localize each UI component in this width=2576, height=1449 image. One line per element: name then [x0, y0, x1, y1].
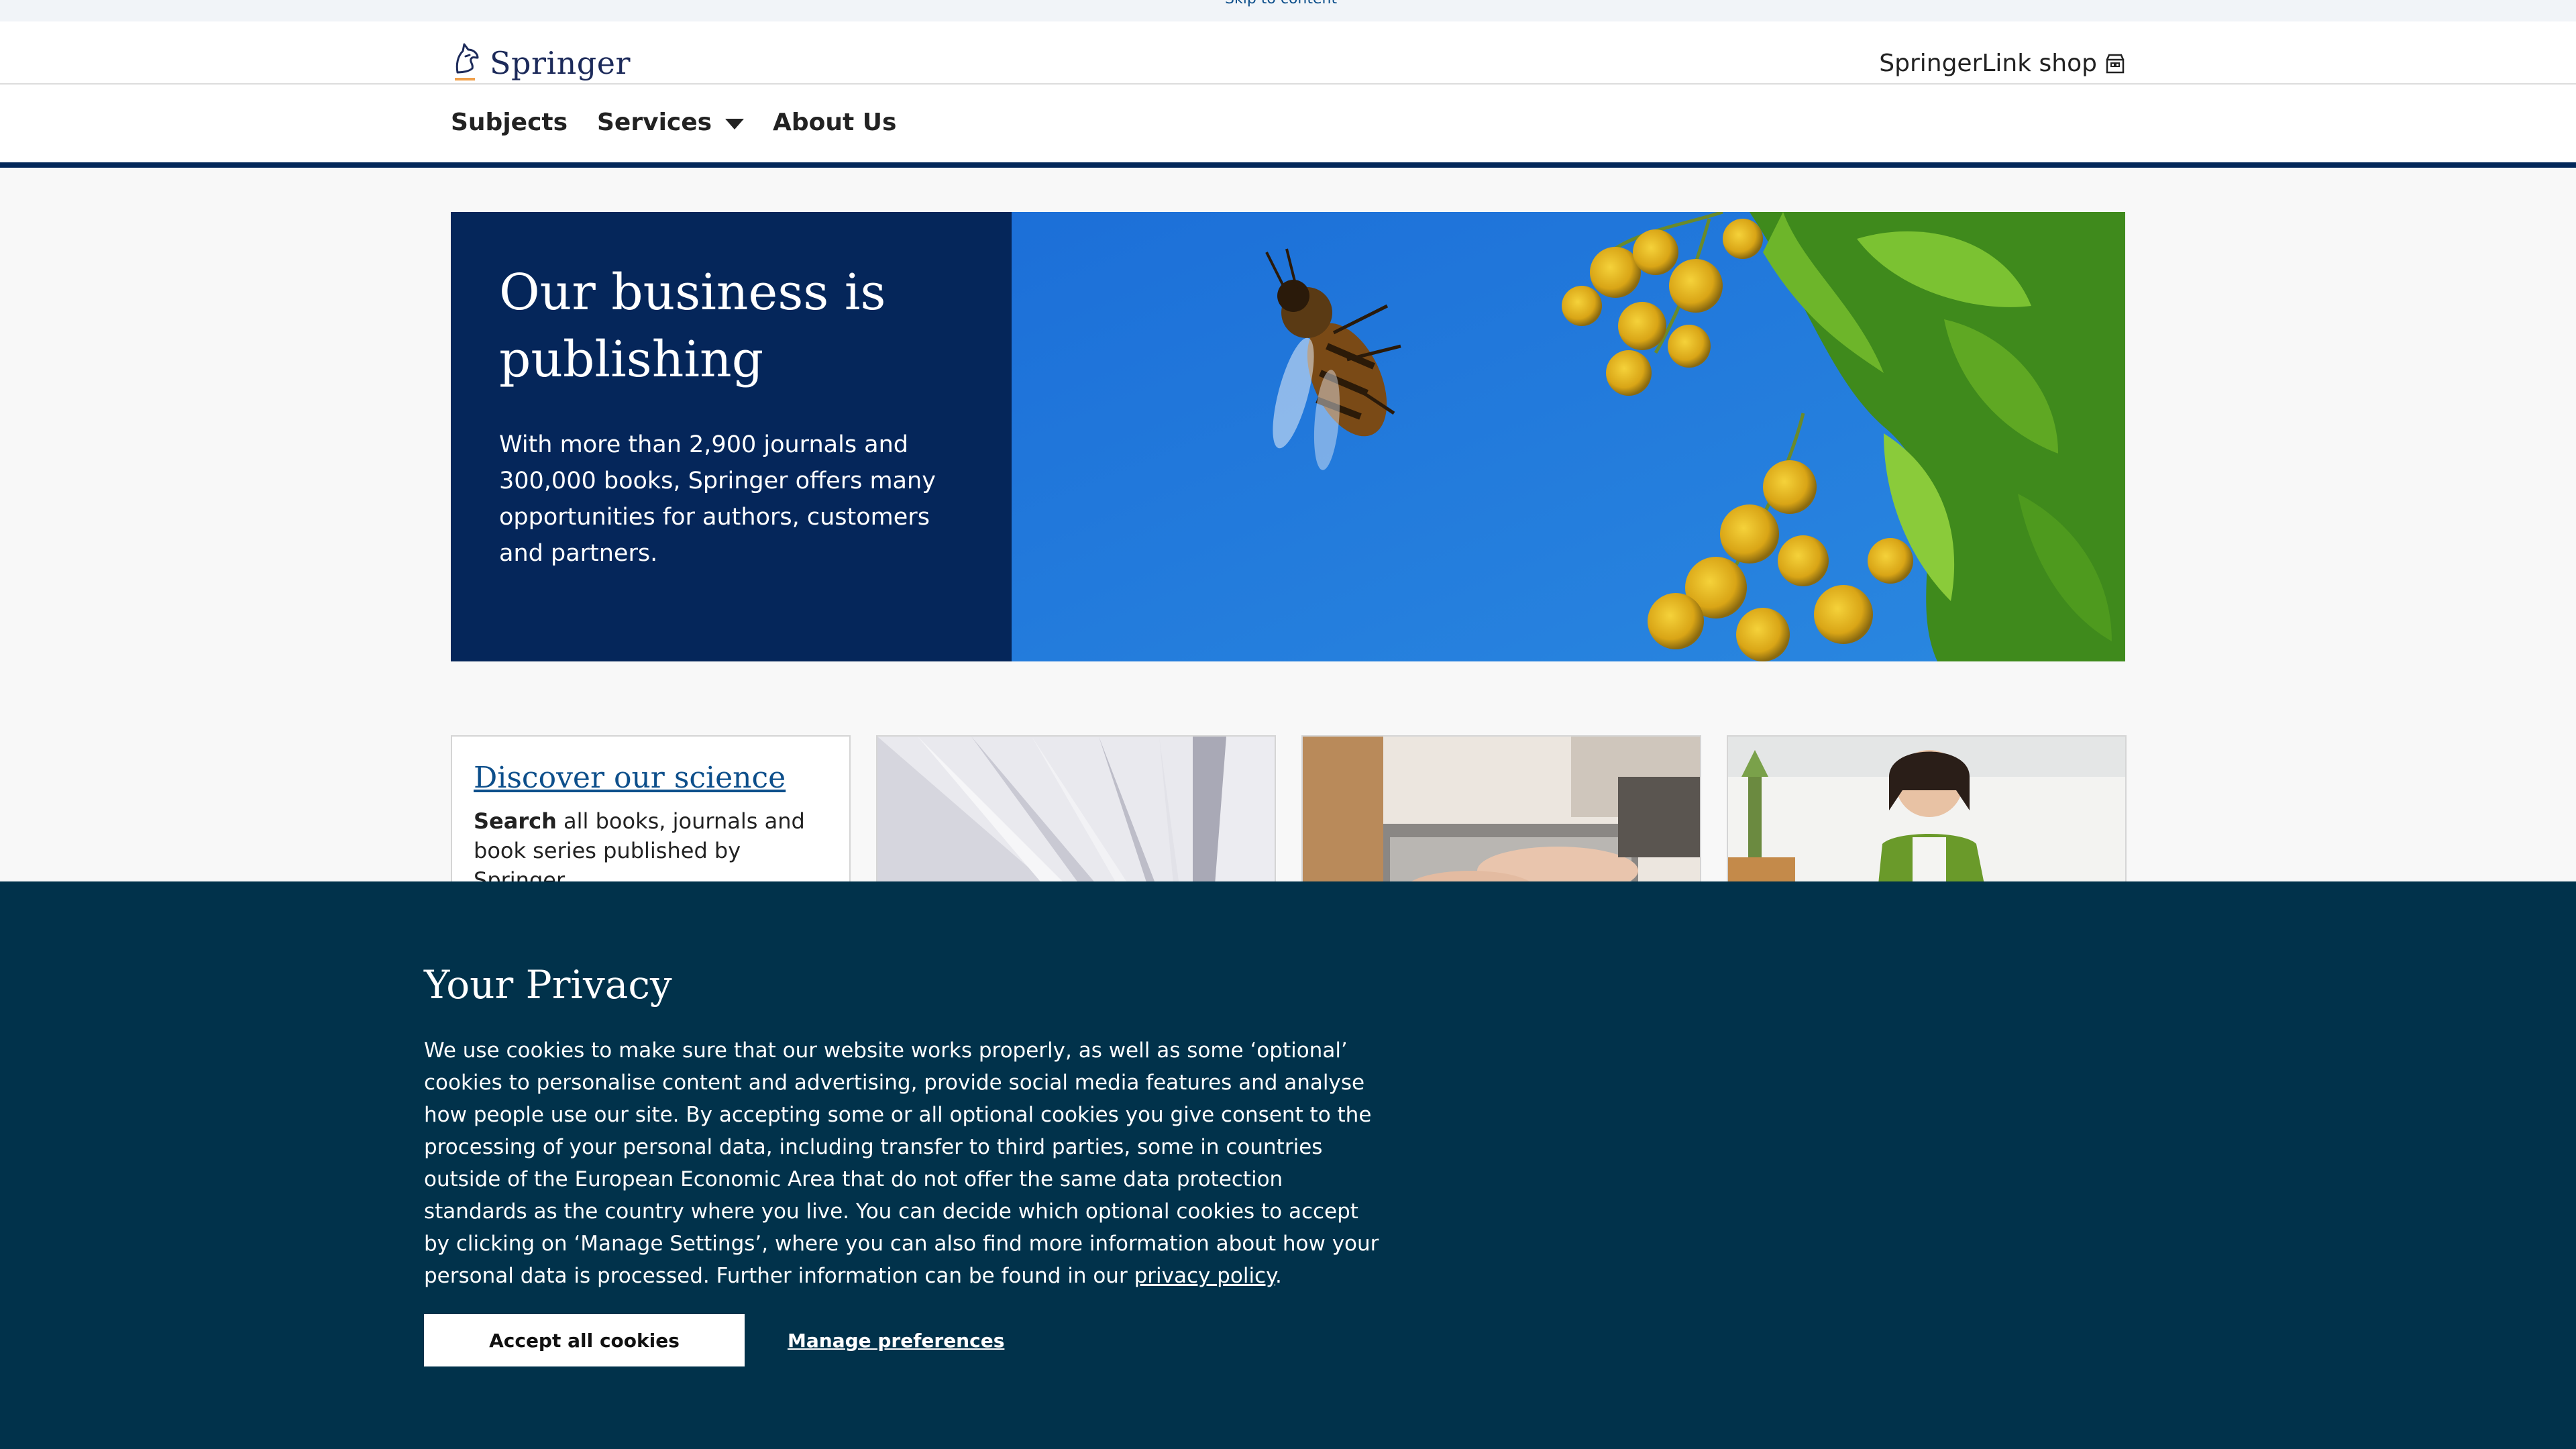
nav-item-label: About Us: [773, 109, 897, 136]
hero-panel: Our business is publishing With more tha…: [451, 212, 1012, 661]
privacy-body-text: We use cookies to make sure that our web…: [424, 1038, 1379, 1288]
springerlink-shop-link[interactable]: SpringerLink shop: [1879, 50, 2125, 77]
nav-item-services[interactable]: Services: [597, 109, 745, 136]
bee-on-flowers-illustration: [1012, 212, 2125, 661]
nav-item-subjects[interactable]: Subjects: [451, 109, 568, 136]
manage-preferences-link[interactable]: Manage preferences: [788, 1330, 1004, 1352]
privacy-text-end: .: [1275, 1264, 1282, 1288]
skip-bar: Skip to content: [0, 0, 2576, 21]
chevron-down-icon: [725, 118, 745, 129]
nav-item-label: Subjects: [451, 109, 568, 136]
shop-icon: [2106, 54, 2125, 73]
site-header: Springer SpringerLink shop: [0, 21, 2576, 85]
hero-image-bee-flowers: [1012, 212, 2125, 661]
logo-text: Springer: [490, 45, 631, 81]
accept-all-cookies-button[interactable]: Accept all cookies: [424, 1314, 745, 1366]
nav-item-label: Services: [597, 109, 712, 136]
search-bold-label: Search: [474, 808, 557, 834]
privacy-title: Your Privacy: [424, 962, 672, 1008]
cookie-consent-banner: Your Privacy We use cookies to make sure…: [0, 881, 2576, 1449]
nav-item-about-us[interactable]: About Us: [773, 109, 896, 136]
springer-horse-icon: [455, 43, 479, 80]
hero-title: Our business is publishing: [499, 264, 886, 388]
skip-to-content-link[interactable]: Skip to content: [1225, 0, 1337, 7]
privacy-description: We use cookies to make sure that our web…: [424, 1034, 1390, 1292]
hero-description: With more than 2,900 journals and 300,00…: [499, 431, 936, 567]
privacy-policy-link[interactable]: privacy policy: [1134, 1264, 1275, 1288]
springer-logo[interactable]: Springer: [451, 42, 631, 85]
discover-our-science-link[interactable]: Discover our science: [474, 761, 786, 795]
main-nav: Subjects Services About Us: [0, 85, 2576, 168]
hero-banner: Our business is publishing With more tha…: [451, 212, 2125, 661]
shop-link-label: SpringerLink shop: [1879, 50, 2097, 77]
